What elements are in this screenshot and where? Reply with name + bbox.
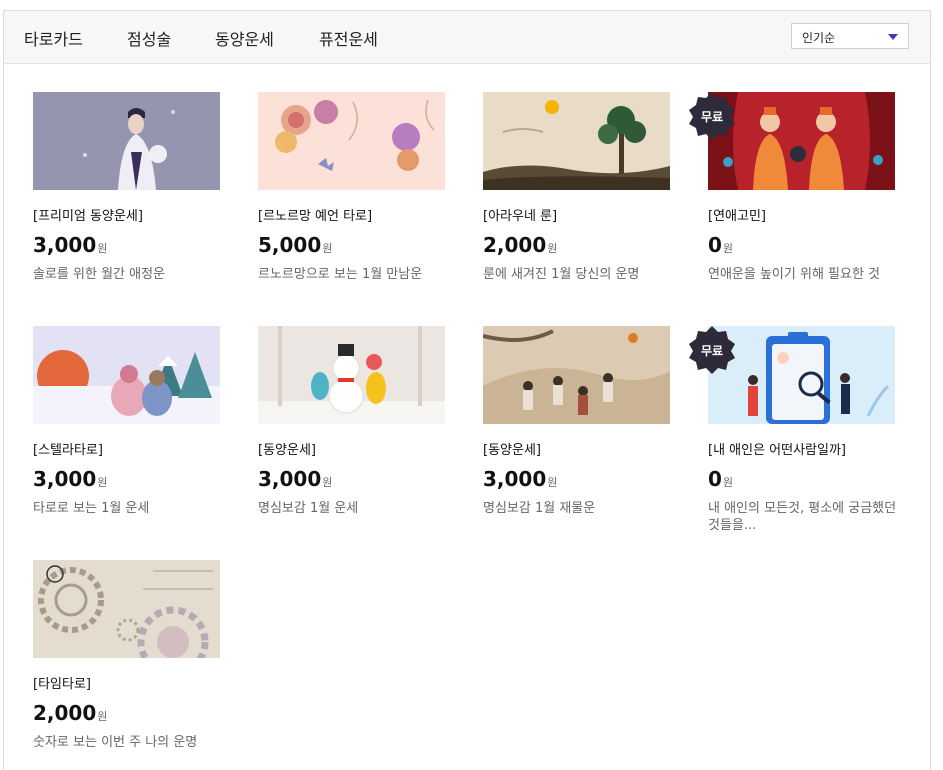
product-thumbnail [33, 560, 220, 658]
product-description: 명심보감 1월 재물운 [483, 501, 596, 516]
product-thumbnail [258, 326, 445, 424]
product-title: [르노르망 예언 타로] [258, 209, 373, 224]
product-description: 솔로를 위한 월간 애정운 [33, 267, 165, 282]
product-title: [타임타로] [33, 677, 91, 692]
product-description: 숫자로 보는 이번 주 나의 운명 [33, 735, 198, 750]
product-description: 명심보감 1월 운세 [258, 501, 359, 516]
tab-fusion-fortune[interactable]: 퓨전운세 [319, 26, 378, 50]
product-description: 룬에 새겨진 1월 당신의 운명 [483, 267, 640, 282]
product-card[interactable]: [아라우네 룬] 2,000원 룬에 새겨진 1월 당신의 운명 [483, 92, 673, 283]
category-tab-bar: 타로카드 점성술 동양운세 퓨전운세 인기순 [4, 11, 930, 64]
product-price: 3,000원 [33, 467, 108, 491]
product-card[interactable]: [스텔라타로] 3,000원 타로로 보는 1월 운세 [33, 326, 223, 517]
free-badge: 무료 [688, 92, 736, 140]
product-price: 3,000원 [483, 467, 558, 491]
product-card[interactable]: [프리미엄 동양운세] 3,000원 솔로를 위한 월간 애정운 [33, 92, 223, 283]
tab-eastern-fortune[interactable]: 동양운세 [215, 26, 274, 50]
tab-astrology[interactable]: 점성술 [127, 26, 171, 50]
product-description: 타로로 보는 1월 운세 [33, 501, 150, 516]
sort-select[interactable]: 인기순 [791, 23, 909, 49]
product-card[interactable]: 무료 [연애고민] 0원 연애운을 높이기 위해 필요한 것 [689, 92, 898, 283]
product-title: [스텔라타로] [33, 443, 103, 458]
product-thumbnail [258, 92, 445, 190]
product-panel: 타로카드 점성술 동양운세 퓨전운세 인기순 [프리미엄 동양운세] 3,000… [3, 10, 931, 770]
product-card[interactable]: [르노르망 예언 타로] 5,000원 르노르망으로 보는 1월 만남운 [258, 92, 448, 283]
product-thumbnail [33, 92, 220, 190]
product-title: [아라우네 룬] [483, 209, 558, 224]
product-price: 0원 [708, 233, 734, 257]
product-price: 0원 [708, 467, 734, 491]
product-card[interactable]: [동양운세] 3,000원 명심보감 1월 운세 [258, 326, 448, 517]
product-price: 3,000원 [258, 467, 333, 491]
product-thumbnail [33, 326, 220, 424]
product-card[interactable]: [타임타로] 2,000원 숫자로 보는 이번 주 나의 운명 [33, 560, 223, 751]
product-thumbnail [483, 326, 670, 424]
product-price: 3,000원 [33, 233, 108, 257]
product-description: 내 애인의 모든것, 평소에 궁금했던 것들을... [708, 501, 897, 533]
product-title: [내 애인은 어떤사람일까] [708, 443, 847, 458]
product-title: [연애고민] [708, 209, 766, 224]
product-price: 5,000원 [258, 233, 333, 257]
free-badge: 무료 [688, 326, 736, 374]
product-thumbnail [708, 92, 895, 190]
tab-tarot[interactable]: 타로카드 [24, 26, 83, 50]
product-description: 르노르망으로 보는 1월 만남운 [258, 267, 423, 282]
product-title: [프리미엄 동양운세] [33, 209, 143, 224]
product-title: [동양운세] [258, 443, 316, 458]
product-description: 연애운을 높이기 위해 필요한 것 [708, 267, 881, 282]
product-card[interactable]: 무료 [내 애인은 어떤사람일까] 0원 내 애인의 모든것, 평소에 궁금했던… [689, 326, 898, 534]
product-title: [동양운세] [483, 443, 541, 458]
product-thumbnail [708, 326, 895, 424]
product-price: 2,000원 [483, 233, 558, 257]
sort-selected-value: 인기순 [802, 31, 836, 45]
chevron-down-icon [888, 34, 898, 40]
product-price: 2,000원 [33, 701, 108, 725]
product-card[interactable]: [동양운세] 3,000원 명심보감 1월 재물운 [483, 326, 673, 517]
product-thumbnail [483, 92, 670, 190]
